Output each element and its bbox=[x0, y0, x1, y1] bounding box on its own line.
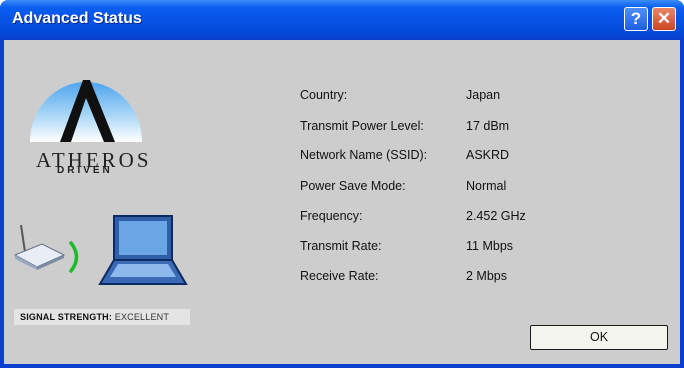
power-save-mode-value: Normal bbox=[466, 179, 507, 193]
signal-strength-value: EXCELLENT bbox=[114, 312, 170, 322]
window-title: Advanced Status bbox=[12, 10, 142, 27]
network-name-label: Network Name (SSID): bbox=[300, 148, 428, 162]
close-icon: ✕ bbox=[656, 9, 672, 28]
signal-strength-bar: SIGNAL STRENGTH: EXCELLENT bbox=[14, 309, 190, 325]
power-save-mode-label: Power Save Mode: bbox=[300, 179, 406, 193]
frequency-label: Frequency: bbox=[300, 209, 363, 223]
ok-button[interactable]: OK bbox=[530, 325, 668, 350]
country-label: Country: bbox=[300, 88, 348, 102]
logo-tagline-text: DRIVEN bbox=[57, 165, 113, 176]
receive-rate-label: Receive Rate: bbox=[300, 269, 379, 283]
transmit-power-label: Transmit Power Level: bbox=[300, 119, 424, 133]
frequency-value: 2.452 GHz bbox=[466, 209, 526, 223]
title-bar[interactable]: Advanced Status ? ✕ bbox=[0, 0, 684, 40]
close-button[interactable]: ✕ bbox=[652, 7, 676, 31]
router-icon bbox=[13, 224, 66, 270]
signal-strength-label: SIGNAL STRENGTH: bbox=[20, 312, 113, 322]
laptop-icon bbox=[98, 215, 188, 285]
wireless-signal-icon bbox=[69, 241, 79, 273]
help-button[interactable]: ? bbox=[624, 7, 648, 31]
help-icon: ? bbox=[630, 9, 642, 28]
transmit-rate-label: Transmit Rate: bbox=[300, 239, 382, 253]
country-value: Japan bbox=[466, 88, 501, 102]
transmit-power-value: 17 dBm bbox=[466, 119, 510, 133]
network-name-value: ASKRD bbox=[466, 148, 510, 162]
receive-rate-value: 2 Mbps bbox=[466, 269, 507, 283]
transmit-rate-value: 11 Mbps bbox=[466, 239, 514, 253]
